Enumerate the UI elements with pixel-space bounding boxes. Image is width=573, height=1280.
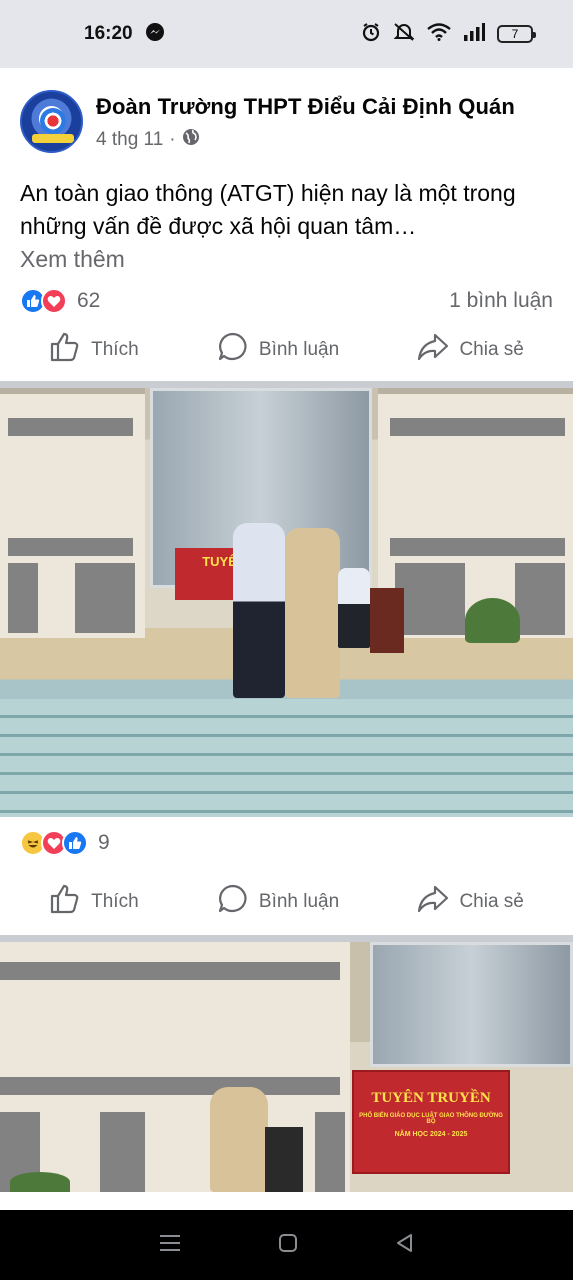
like-label: Thích: [91, 891, 139, 912]
share-label: Chia sẻ: [459, 339, 524, 360]
window: [395, 563, 465, 635]
share-button[interactable]: Chia sẻ: [417, 331, 524, 369]
menu-icon[interactable]: [159, 1233, 181, 1258]
wifi-icon: [427, 22, 451, 46]
window: [8, 563, 38, 633]
window-row: [0, 1077, 340, 1095]
comment-label: Bình luận: [258, 339, 340, 360]
status-time: 16:20: [84, 23, 133, 44]
photo1-comment-button[interactable]: Bình luận: [217, 883, 339, 921]
meta-separator: ·: [169, 129, 176, 150]
thumbs-up-icon: [49, 331, 81, 369]
glass-facade: [370, 942, 573, 1067]
thumbs-up-icon: [49, 883, 81, 921]
love-reaction-icon: [41, 288, 67, 314]
system-nav-bar: [0, 1210, 573, 1280]
police-officer: [210, 1087, 268, 1192]
post-header: Đoàn Trường THPT Điểu Cải Định Quán 4 th…: [0, 68, 573, 163]
status-bar: 16:20 7: [0, 0, 573, 68]
signal-icon: [463, 22, 485, 46]
student-speaker: [233, 523, 285, 698]
back-icon[interactable]: [395, 1233, 415, 1258]
battery-icon: 7: [497, 25, 536, 43]
comment-icon: [217, 883, 249, 921]
section-divider: [0, 935, 573, 942]
section-divider: [0, 381, 573, 388]
doorway: [75, 563, 135, 633]
banner: TUYÊN TRUYỀN PHỔ BIẾN GIÁO DỤC LUẬT GIAO…: [352, 1070, 510, 1174]
photo1-reaction-count[interactable]: 9: [98, 831, 110, 855]
speaker-box: [265, 1127, 303, 1192]
window-row: [0, 962, 340, 980]
photo1-like-button[interactable]: Thích: [49, 883, 139, 921]
police-officer: [285, 528, 340, 698]
page-avatar[interactable]: [20, 90, 83, 153]
page-name[interactable]: Đoàn Trường THPT Điểu Cải Định Quán: [96, 94, 515, 120]
comment-count[interactable]: 1 bình luận: [449, 289, 553, 313]
reactions-summary[interactable]: 62 1 bình luận: [0, 283, 573, 319]
comment-button[interactable]: Bình luận: [217, 331, 339, 369]
messenger-icon: [145, 22, 165, 47]
post-photo-2[interactable]: TUYÊN TRUYỀN PHỔ BIẾN GIÁO DỤC LUẬT GIAO…: [0, 942, 573, 1192]
post-feed[interactable]: Đoàn Trường THPT Điểu Cải Định Quán 4 th…: [0, 68, 573, 1192]
photo1-share-button[interactable]: Chia sẻ: [417, 883, 524, 921]
post-date[interactable]: 4 thg 11: [96, 129, 163, 151]
post-action-bar: Thích Bình luận Chia sẻ: [0, 319, 573, 381]
banner-year: NĂM HỌC 2024 - 2025: [394, 1131, 468, 1138]
see-more-link[interactable]: Xem thêm: [20, 243, 553, 276]
like-reaction-icon: [62, 830, 88, 856]
stairs: [0, 699, 573, 817]
shrub: [10, 1172, 70, 1192]
window: [515, 563, 565, 635]
window-row: [390, 538, 565, 556]
photo1-reactions-summary[interactable]: 9: [0, 817, 573, 869]
share-label: Chia sẻ: [459, 891, 524, 912]
globe-icon: [182, 128, 200, 152]
podium: [370, 588, 404, 653]
comment-label: Bình luận: [258, 891, 340, 912]
share-icon: [417, 883, 449, 921]
like-label: Thích: [91, 339, 139, 360]
window-row: [8, 418, 133, 436]
alarm-icon: [361, 22, 381, 47]
post-body: An toàn giao thông (ATGT) hiện nay là mộ…: [20, 180, 516, 239]
shrub: [465, 598, 520, 643]
share-icon: [417, 331, 449, 369]
window-row: [8, 538, 133, 556]
doorway: [100, 1112, 145, 1192]
window-row: [390, 418, 565, 436]
student-background: [338, 568, 370, 648]
post-text: An toàn giao thông (ATGT) hiện nay là mộ…: [0, 163, 573, 283]
photo1-action-bar: Thích Bình luận Chia sẻ: [0, 869, 573, 935]
post-meta: 4 thg 11 ·: [96, 128, 515, 152]
home-icon[interactable]: [278, 1233, 298, 1258]
mute-icon: [393, 22, 415, 47]
post-photo-1[interactable]: TUYÊN T: [0, 388, 573, 817]
window: [315, 1112, 345, 1192]
like-button[interactable]: Thích: [49, 331, 139, 369]
banner-title: TUYÊN TRUYỀN: [371, 1090, 491, 1106]
reaction-count[interactable]: 62: [77, 289, 100, 313]
banner-subtitle: PHỔ BIẾN GIÁO DỤC LUẬT GIAO THÔNG ĐƯỜNG …: [359, 1113, 503, 1125]
comment-icon: [217, 331, 249, 369]
